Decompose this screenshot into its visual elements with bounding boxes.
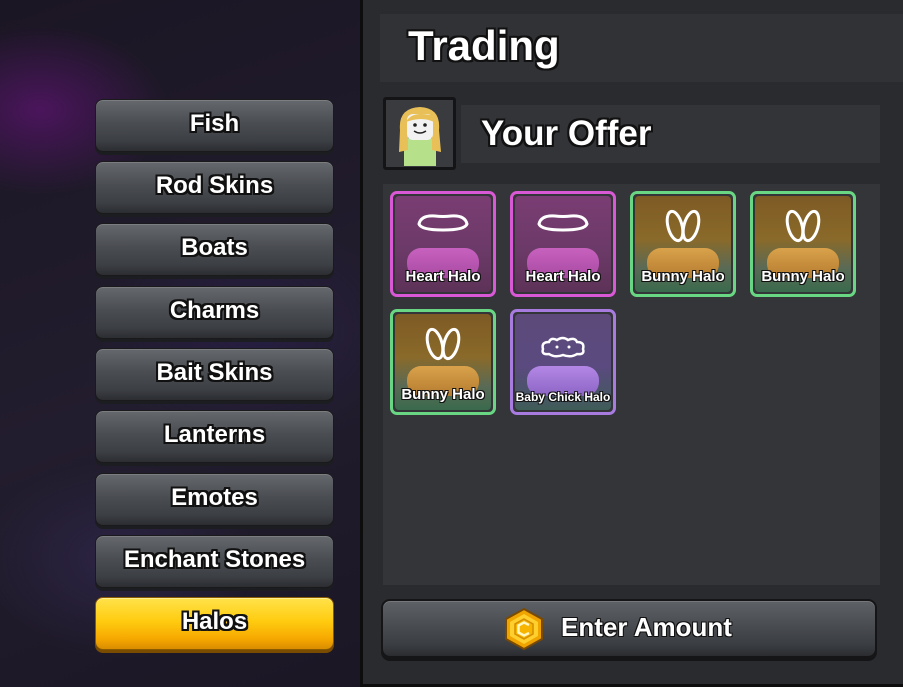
coin-icon	[505, 607, 543, 651]
your-offer-label: Your Offer	[481, 114, 652, 153]
bunny-halo-icon	[395, 324, 491, 368]
title-bar: Trading	[380, 14, 903, 82]
category-enchant-stones-button[interactable]: Enchant Stones	[95, 535, 334, 588]
heart-halo-icon	[395, 210, 491, 240]
offer-item-bunny-halo[interactable]: Bunny Halo	[630, 191, 736, 297]
bunny-halo-icon	[755, 206, 851, 250]
heart-halo-icon	[515, 210, 611, 240]
baby-chick-halo-icon	[515, 334, 611, 364]
offer-item-baby-chick-halo[interactable]: Baby Chick Halo	[510, 309, 616, 415]
category-boats-button[interactable]: Boats	[95, 223, 334, 276]
offer-item-heart-halo[interactable]: Heart Halo	[510, 191, 616, 297]
item-label: Heart Halo	[525, 268, 601, 285]
avatar	[383, 97, 456, 170]
category-emotes-button[interactable]: Emotes	[95, 473, 334, 526]
item-label: Heart Halo	[405, 268, 481, 285]
bunny-halo-icon	[635, 206, 731, 250]
category-charms-button[interactable]: Charms	[95, 286, 334, 339]
trading-panel: Trading Your Offer Heart Halo Heart Halo…	[360, 0, 903, 687]
your-offer-header: Your Offer	[461, 105, 880, 163]
category-lanterns-button[interactable]: Lanterns	[95, 410, 334, 463]
offer-item-bunny-halo[interactable]: Bunny Halo	[390, 309, 496, 415]
item-label: Bunny Halo	[641, 268, 725, 285]
enter-amount-button[interactable]: Enter Amount	[381, 599, 877, 658]
page-title: Trading	[408, 22, 560, 69]
avatar-icon	[386, 100, 453, 167]
item-label: Bunny Halo	[761, 268, 845, 285]
offer-item-bunny-halo[interactable]: Bunny Halo	[750, 191, 856, 297]
category-halos-button[interactable]: Halos	[95, 597, 334, 650]
enter-amount-label: Enter Amount	[561, 612, 732, 642]
category-rod-skins-button[interactable]: Rod Skins	[95, 161, 334, 214]
offer-item-heart-halo[interactable]: Heart Halo	[390, 191, 496, 297]
category-fish-button[interactable]: Fish	[95, 99, 334, 152]
offer-item-grid: Heart Halo Heart Halo Bunny Halo Bunny H…	[383, 184, 880, 585]
category-bait-skins-button[interactable]: Bait Skins	[95, 348, 334, 401]
item-label: Bunny Halo	[401, 386, 485, 403]
item-label: Baby Chick Halo	[515, 390, 611, 404]
